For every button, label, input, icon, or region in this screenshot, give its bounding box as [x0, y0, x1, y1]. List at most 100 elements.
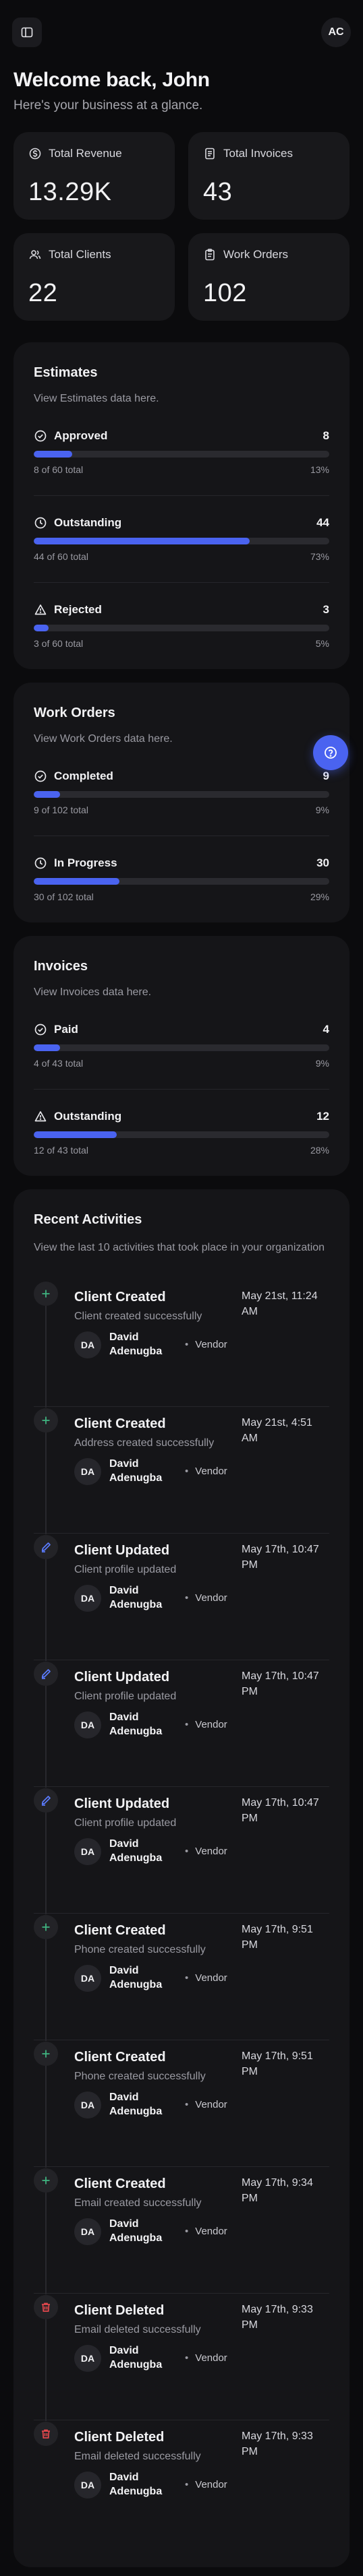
recent-activities-card: Recent Activities View the last 10 activ… [13, 1189, 350, 2567]
timeline-line [45, 1813, 47, 1914]
progress-count: 12 [316, 1110, 329, 1123]
timeline-line [45, 2066, 47, 2168]
sidebar-toggle-button[interactable] [12, 18, 42, 47]
timeline-line [45, 1686, 47, 1788]
user-name: David Adenugba [109, 1965, 163, 1990]
progress-bar [34, 451, 329, 458]
progress-bar [34, 1131, 329, 1138]
stat-card-clients[interactable]: Total Clients 22 [13, 233, 175, 321]
activity-title: Client Created [74, 1290, 166, 1305]
activity-description: Client profile updated [74, 1817, 177, 1829]
activity-date: May 17th, 10:47 PM [242, 1797, 319, 1825]
progress-bar-fill [34, 1131, 117, 1138]
activity-description: Client profile updated [74, 1564, 177, 1575]
warning-icon [34, 1110, 47, 1123]
pencil-icon [34, 1788, 58, 1813]
progress-total: 12 of 43 total [34, 1145, 88, 1156]
activity-item: Client Created Address created successful… [34, 1407, 329, 1534]
progress-label: Paid [54, 1023, 78, 1036]
progress-total: 44 of 60 total [34, 551, 88, 562]
activity-date: May 21st, 4:51 AM [242, 1417, 312, 1445]
stat-card-work-orders[interactable]: Work Orders 102 [188, 233, 350, 321]
timeline-line [45, 1559, 47, 1661]
stat-value: 102 [203, 279, 247, 307]
progress-percent: 73% [310, 551, 329, 562]
progress-total: 9 of 102 total [34, 805, 88, 815]
activity-description: Client created successfully [74, 1311, 202, 1322]
activity-item: Client Deleted Email deleted successfully… [34, 2294, 329, 2421]
progress-bar [34, 625, 329, 631]
progress-total: 30 of 102 total [34, 891, 94, 902]
user-role: Vendor [185, 2479, 227, 2490]
progress-bar [34, 791, 329, 798]
activity-title: Client Updated [74, 1543, 170, 1558]
progress-item-in-progress: In Progress 30 30 of 102 total 29% [34, 836, 329, 902]
user-name: David Adenugba [109, 1458, 163, 1484]
plus-icon [34, 1408, 58, 1433]
activity-description: Phone created successfully [74, 2071, 206, 2082]
check-circle-icon [34, 769, 47, 783]
progress-count: 4 [323, 1023, 329, 1036]
progress-bar [34, 538, 329, 544]
card-subtitle: View Estimates data here. [34, 393, 159, 404]
avatar: DA [74, 1457, 101, 1485]
welcome-section: Welcome back, John Here's your business … [0, 59, 363, 113]
plus-icon [34, 1915, 58, 1939]
activity-title: Client Deleted [74, 2430, 165, 2445]
sidebar-icon [20, 26, 34, 39]
user-name: David Adenugba [109, 2472, 163, 2497]
trash-icon [34, 2422, 58, 2446]
progress-count: 3 [323, 603, 329, 616]
activity-date: May 17th, 10:47 PM [242, 1670, 319, 1698]
dollar-icon [28, 147, 42, 160]
pencil-icon [34, 1662, 58, 1686]
activity-title: Client Deleted [74, 2303, 165, 2318]
progress-count: 44 [316, 516, 329, 529]
progress-label: In Progress [54, 856, 117, 869]
progress-item-paid: Paid 4 4 of 43 total 9% [34, 1023, 329, 1069]
activity-date: May 21st, 11:24 AM [242, 1290, 318, 1318]
card-title: Invoices [34, 959, 88, 974]
progress-percent: 9% [315, 1058, 329, 1069]
avatar: DA [74, 2091, 101, 2118]
activity-date: May 17th, 10:47 PM [242, 1544, 319, 1571]
card-title: Recent Activities [34, 1212, 142, 1227]
activity-user: DA David Adenugba Vendor [74, 2091, 329, 2119]
activity-user: DA David Adenugba Vendor [74, 1457, 329, 1486]
stat-label: Total Revenue [49, 147, 122, 160]
page-subtitle: Here's your business at a glance. [13, 98, 203, 113]
activity-title: Client Created [74, 2050, 166, 2065]
progress-bar-fill [34, 1044, 61, 1051]
progress-bar [34, 878, 329, 885]
activity-date: May 17th, 9:33 PM [242, 2430, 313, 2458]
user-role: Vendor [185, 2352, 227, 2364]
stat-value: 43 [203, 178, 233, 206]
trash-icon [34, 2295, 58, 2319]
progress-label: Rejected [54, 603, 102, 616]
progress-count: 9 [323, 769, 329, 782]
timeline-line [45, 1433, 47, 1534]
stat-card-revenue[interactable]: Total Revenue 13.29K [13, 132, 175, 220]
clock-icon [34, 516, 47, 530]
progress-count: 8 [323, 429, 329, 442]
progress-total: 4 of 43 total [34, 1058, 84, 1069]
user-name: David Adenugba [109, 2218, 163, 2244]
user-name: David Adenugba [109, 1331, 163, 1357]
help-icon [323, 745, 338, 760]
invoices-card: Invoices View Invoices data here. Paid 4… [13, 936, 350, 1176]
card-subtitle: View the last 10 activities that took pl… [34, 1242, 325, 1253]
progress-item-outstanding: Outstanding 44 44 of 60 total 73% [34, 495, 329, 562]
avatar: DA [74, 1837, 101, 1865]
help-button[interactable] [313, 735, 348, 770]
user-name: David Adenugba [109, 2345, 163, 2370]
user-role: Vendor [185, 1846, 227, 1857]
user-avatar-button[interactable]: AC [321, 18, 351, 47]
plus-icon [34, 2042, 58, 2066]
activity-title: Client Updated [74, 1796, 170, 1811]
activity-user: DA David Adenugba Vendor [74, 2344, 329, 2373]
progress-label: Approved [54, 429, 108, 442]
activity-user: DA David Adenugba Vendor [74, 1711, 329, 1739]
user-role: Vendor [185, 1592, 227, 1604]
stat-card-invoices[interactable]: Total Invoices 43 [188, 132, 350, 220]
activity-user: DA David Adenugba Vendor [74, 1964, 329, 1992]
